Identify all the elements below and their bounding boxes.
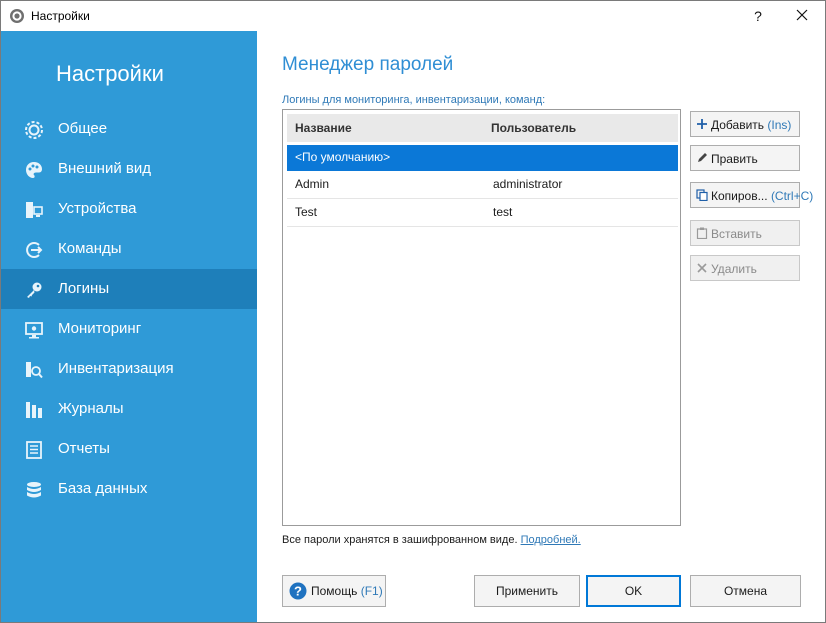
- delete-x-icon: [697, 263, 707, 273]
- edit-button[interactable]: Править: [690, 145, 800, 171]
- sidebar-item-general[interactable]: Общее: [1, 109, 257, 149]
- column-header-name[interactable]: Название: [287, 114, 490, 142]
- paste-button[interactable]: Вставить: [690, 220, 800, 246]
- copy-icon: [696, 189, 708, 201]
- add-button-hint: (Ins): [767, 118, 792, 132]
- logins-table[interactable]: Название Пользователь <По умолчанию> Adm…: [282, 109, 681, 526]
- pencil-icon: [698, 153, 707, 162]
- sidebar-item-label: Логины: [58, 280, 110, 297]
- paste-button-label: Вставить: [711, 227, 762, 241]
- monitor-icon: [25, 322, 43, 339]
- cancel-button[interactable]: Отмена: [690, 575, 801, 607]
- cell-user: administrator: [493, 177, 563, 191]
- add-button[interactable]: Добавить (Ins): [690, 111, 800, 137]
- encryption-note-text: Все пароли хранятся в зашифрованном виде…: [282, 534, 518, 546]
- encryption-note: Все пароли хранятся в зашифрованном виде…: [282, 534, 581, 546]
- sidebar: Настройки Общее Внешний вид Устройства К…: [1, 31, 257, 622]
- sidebar-item-appearance[interactable]: Внешний вид: [1, 149, 257, 189]
- title-bar: Настройки ?: [1, 1, 825, 31]
- window-title: Настройки: [31, 9, 90, 23]
- paste-icon: [696, 227, 708, 239]
- devices-icon: [26, 202, 43, 218]
- sidebar-item-label: База данных: [58, 480, 148, 497]
- table-body: <По умолчанию> Admin administrator Test …: [287, 145, 678, 227]
- more-info-link[interactable]: Подробней.: [521, 534, 581, 546]
- report-icon: [26, 441, 42, 459]
- sidebar-item-label: Устройства: [58, 200, 137, 217]
- sidebar-item-commands[interactable]: Команды: [1, 229, 257, 269]
- table-row[interactable]: Test test: [287, 199, 678, 227]
- help-title-button[interactable]: ?: [737, 3, 779, 29]
- delete-button[interactable]: Удалить: [690, 255, 800, 281]
- question-icon: ?: [289, 582, 307, 600]
- gear-icon: [25, 121, 43, 139]
- sidebar-item-label: Внешний вид: [58, 160, 151, 177]
- column-header-user[interactable]: Пользователь: [483, 114, 678, 142]
- copy-button-label: Копиров...: [711, 189, 768, 203]
- sidebar-item-label: Отчеты: [58, 440, 110, 457]
- delete-button-label: Удалить: [711, 262, 757, 276]
- table-row[interactable]: Admin administrator: [287, 171, 678, 199]
- table-header: Название Пользователь: [287, 114, 678, 142]
- database-icon: [27, 482, 41, 498]
- palette-icon: [26, 162, 42, 178]
- settings-window: Настройки ? Настройки Общее Внешний вид …: [0, 0, 826, 623]
- close-button[interactable]: [781, 3, 823, 29]
- svg-text:?: ?: [294, 584, 302, 599]
- inventory-search-icon: [26, 362, 43, 379]
- sidebar-item-inventory[interactable]: Инвентаризация: [1, 349, 257, 389]
- apply-button[interactable]: Применить: [474, 575, 580, 607]
- sidebar-title: Настройки: [56, 61, 164, 86]
- sidebar-item-label: Общее: [58, 120, 108, 137]
- close-icon: [796, 9, 808, 21]
- sidebar-item-devices[interactable]: Устройства: [1, 189, 257, 229]
- sidebar-item-label: Команды: [58, 240, 122, 257]
- help-button-hint: (F1): [360, 584, 383, 598]
- sidebar-item-label: Инвентаризация: [58, 360, 174, 377]
- logins-list-caption: Логины для мониторинга, инвентаризации, …: [282, 94, 546, 106]
- help-button-label: Помощь: [311, 584, 358, 598]
- table-row[interactable]: <По умолчанию>: [287, 145, 678, 171]
- app-gear-icon: [10, 9, 24, 23]
- edit-button-label: Править: [711, 152, 758, 166]
- ok-button[interactable]: OK: [586, 575, 681, 607]
- sidebar-item-label: Журналы: [58, 400, 124, 417]
- sidebar-nav: Общее Внешний вид Устройства Команды Лог…: [1, 109, 257, 509]
- journal-icon: [26, 402, 42, 418]
- copy-button-hint: (Ctrl+C): [770, 189, 814, 203]
- cell-name: <По умолчанию>: [295, 150, 391, 164]
- sidebar-item-reports[interactable]: Отчеты: [1, 429, 257, 469]
- copy-button[interactable]: Копиров... (Ctrl+C): [690, 182, 813, 208]
- sidebar-item-journals[interactable]: Журналы: [1, 389, 257, 429]
- page-title: Менеджер паролей: [282, 54, 454, 75]
- plus-icon: [697, 119, 707, 129]
- help-button[interactable]: ? Помощь (F1): [282, 575, 386, 607]
- sidebar-item-logins[interactable]: Логины: [1, 269, 257, 309]
- cell-name: Test: [295, 205, 318, 219]
- cell-name: Admin: [295, 177, 330, 191]
- sidebar-item-monitoring[interactable]: Мониторинг: [1, 309, 257, 349]
- sidebar-item-label: Мониторинг: [58, 320, 142, 337]
- sidebar-item-database[interactable]: База данных: [1, 469, 257, 509]
- cell-user: test: [493, 205, 513, 219]
- add-button-label: Добавить: [711, 118, 765, 132]
- command-icon: [26, 242, 43, 258]
- key-icon: [27, 282, 42, 298]
